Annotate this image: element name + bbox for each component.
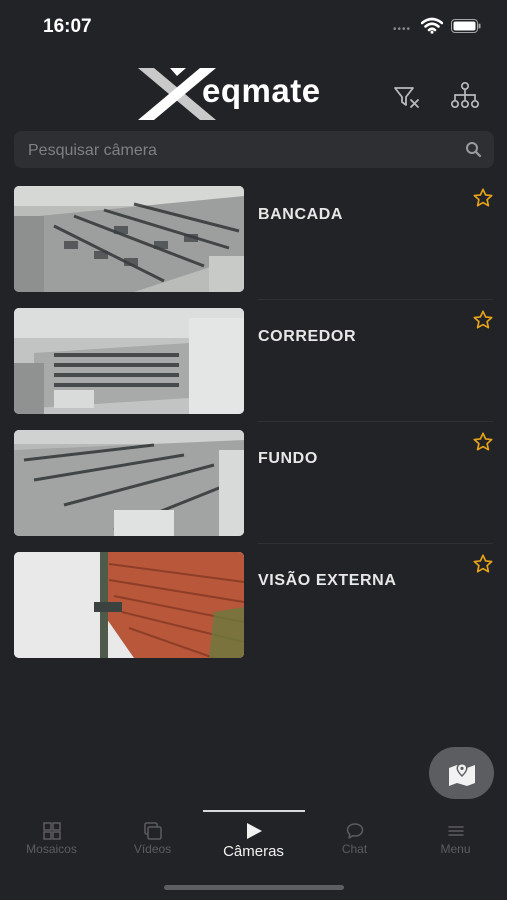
clear-filter-button[interactable] <box>392 83 422 111</box>
grid-icon <box>42 822 61 840</box>
tab-mosaicos[interactable]: Mosaicos <box>1 822 102 872</box>
camera-list: BANCADA CORREDOR FUNDO VISÃO EXTERNA <box>0 184 507 672</box>
camera-feed-image <box>14 430 244 536</box>
tab-label: Vídeos <box>133 842 172 856</box>
tab-bar: Mosaicos Vídeos Câmeras Chat Menu <box>0 808 507 878</box>
tab-label: Câmeras <box>223 843 284 860</box>
search-input[interactable] <box>26 131 450 170</box>
camera-row[interactable]: CORREDOR <box>0 306 507 428</box>
star-outline-icon <box>473 188 493 207</box>
favorite-button[interactable] <box>472 553 494 575</box>
camera-name: BANCADA <box>258 206 344 223</box>
filter-clear-icon <box>394 87 419 108</box>
battery-icon <box>451 19 481 33</box>
camera-feed-image <box>14 552 244 658</box>
camera-name: VISÃO EXTERNA <box>258 572 397 589</box>
camera-feed-image <box>14 186 244 292</box>
hierarchy-button[interactable] <box>450 80 480 110</box>
hierarchy-icon <box>450 81 480 109</box>
play-icon <box>246 823 262 839</box>
videos-icon <box>143 822 162 840</box>
tab-videos[interactable]: Vídeos <box>102 822 203 872</box>
menu-icon <box>447 826 464 836</box>
camera-thumbnail[interactable] <box>14 308 244 414</box>
app-header: eqmate <box>0 60 507 124</box>
search-bar <box>14 131 494 170</box>
favorite-button[interactable] <box>472 187 494 209</box>
favorite-button[interactable] <box>472 431 494 453</box>
logo-text: eqmate <box>202 72 321 109</box>
camera-feed-image <box>14 308 244 414</box>
eqmate-logo: eqmate <box>138 68 378 120</box>
row-divider <box>258 543 493 544</box>
active-tab-indicator <box>203 810 305 812</box>
star-outline-icon <box>473 554 493 573</box>
status-bar: 16:07 •••• <box>0 0 507 52</box>
tab-label: Mosaicos <box>26 842 77 856</box>
camera-name: FUNDO <box>258 450 318 467</box>
tab-chat[interactable]: Chat <box>304 822 405 872</box>
camera-name: CORREDOR <box>258 328 357 345</box>
map-pin-icon <box>449 763 475 786</box>
home-indicator <box>164 885 344 890</box>
tab-cameras[interactable]: Câmeras <box>203 822 304 872</box>
tab-label: Menu <box>440 842 471 856</box>
camera-thumbnail[interactable] <box>14 430 244 536</box>
camera-thumbnail[interactable] <box>14 552 244 658</box>
camera-row[interactable]: FUNDO <box>0 428 507 550</box>
tab-menu[interactable]: Menu <box>405 822 506 872</box>
wifi-icon <box>421 17 443 34</box>
chat-bubble-icon <box>346 823 363 839</box>
tab-label: Chat <box>341 842 368 856</box>
signal-dots: •••• <box>393 24 412 35</box>
camera-row[interactable]: BANCADA <box>0 184 507 306</box>
camera-thumbnail[interactable] <box>14 186 244 292</box>
row-divider <box>258 421 493 422</box>
status-time: 16:07 <box>43 16 92 37</box>
star-outline-icon <box>473 310 493 329</box>
favorite-button[interactable] <box>472 309 494 331</box>
camera-row[interactable]: VISÃO EXTERNA <box>0 550 507 672</box>
map-button[interactable] <box>429 747 494 799</box>
row-divider <box>258 299 493 300</box>
star-outline-icon <box>473 432 493 451</box>
search-icon[interactable] <box>465 141 482 158</box>
